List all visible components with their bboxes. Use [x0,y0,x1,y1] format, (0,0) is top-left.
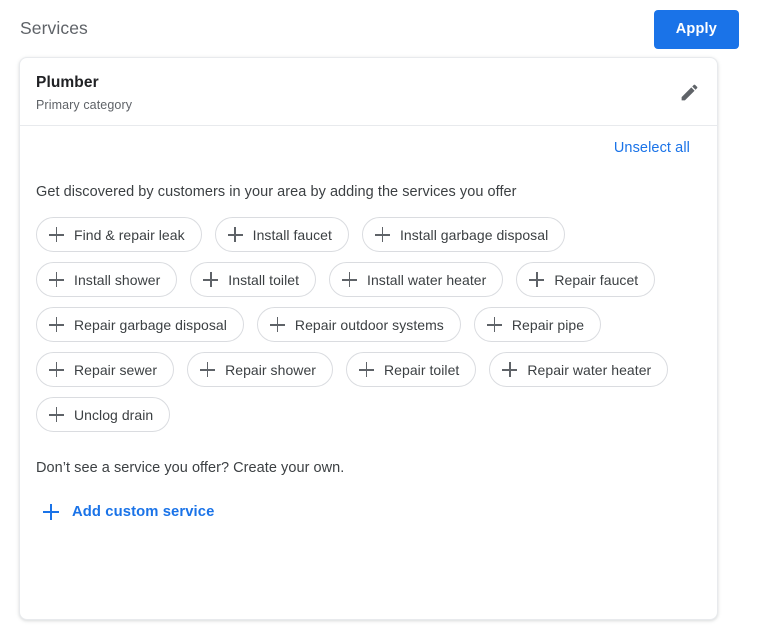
service-chip-label: Repair water heater [527,362,651,378]
plus-icon [49,272,64,287]
service-chip-label: Repair outdoor systems [295,317,444,333]
add-custom-service-button[interactable]: Add custom service [43,504,214,520]
plus-icon [529,272,544,287]
primary-category-card: Plumber Primary category Unselect all Ge… [19,57,718,620]
edit-category-button[interactable] [673,76,705,108]
service-chip-label: Repair sewer [74,362,157,378]
plus-icon [375,227,390,242]
service-chip-label: Install faucet [253,227,332,243]
plus-icon [43,504,59,520]
plus-icon [49,362,64,377]
plus-icon [502,362,517,377]
service-chip-label: Repair faucet [554,272,638,288]
pencil-icon [679,82,700,103]
service-chip-label: Repair toilet [384,362,459,378]
services-body: Unselect all Get discovered by customers… [20,126,717,525]
service-chip[interactable]: Unclog drain [36,397,170,432]
service-chip-label: Unclog drain [74,407,153,423]
plus-icon [270,317,285,332]
plus-icon [342,272,357,287]
service-chip[interactable]: Repair toilet [346,352,476,387]
add-custom-service-label: Add custom service [72,505,214,520]
service-chip[interactable]: Repair sewer [36,352,174,387]
category-header: Plumber Primary category [20,58,717,126]
plus-icon [359,362,374,377]
service-chip[interactable]: Install garbage disposal [362,217,565,252]
plus-icon [487,317,502,332]
service-chip[interactable]: Repair outdoor systems [257,307,461,342]
plus-icon [200,362,215,377]
plus-icon [49,407,64,422]
plus-icon [203,272,218,287]
category-name: Plumber [36,73,701,93]
service-chip-label: Find & repair leak [74,227,185,243]
service-chip[interactable]: Repair faucet [516,262,655,297]
create-own-service-text: Don’t see a service you offer? Create yo… [36,458,701,478]
service-chip[interactable]: Install water heater [329,262,503,297]
apply-button[interactable]: Apply [654,10,739,49]
service-chip[interactable]: Install faucet [215,217,349,252]
service-chip-label: Install shower [74,272,160,288]
service-chip[interactable]: Repair water heater [489,352,668,387]
service-chip-label: Install water heater [367,272,486,288]
service-chip-label: Install garbage disposal [400,227,548,243]
service-chip-label: Repair pipe [512,317,584,333]
service-chip-list: Find & repair leak Install faucet Install … [36,217,701,432]
service-chip[interactable]: Repair pipe [474,307,601,342]
service-chip[interactable]: Install toilet [190,262,316,297]
page-header: Services Apply [0,0,768,58]
services-intro-text: Get discovered by customers in your area… [36,182,701,202]
service-chip-label: Install toilet [228,272,299,288]
unselect-all-link[interactable]: Unselect all [614,140,690,156]
service-chip-label: Repair shower [225,362,316,378]
category-subtitle: Primary category [36,96,701,114]
service-chip[interactable]: Install shower [36,262,177,297]
page-title: Services [20,20,88,38]
services-page: Services Apply Plumber Primary category … [0,0,768,637]
plus-icon [49,227,64,242]
service-chip[interactable]: Find & repair leak [36,217,202,252]
unselect-all-row: Unselect all [36,126,701,156]
service-chip[interactable]: Repair garbage disposal [36,307,244,342]
plus-icon [49,317,64,332]
plus-icon [228,227,243,242]
service-chip-label: Repair garbage disposal [74,317,227,333]
service-chip[interactable]: Repair shower [187,352,333,387]
